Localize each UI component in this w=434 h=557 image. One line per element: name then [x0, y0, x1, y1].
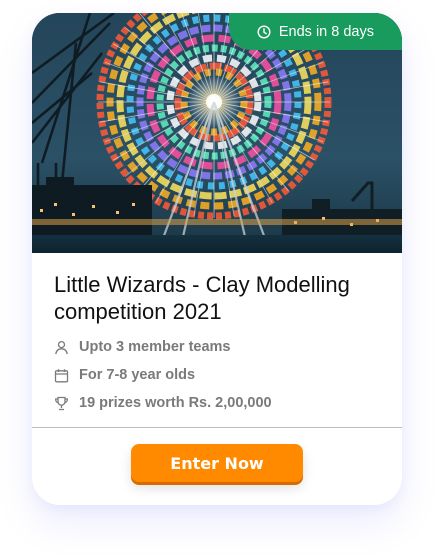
- user-icon: [54, 340, 69, 355]
- clock-icon: [257, 24, 271, 39]
- detail-prizes: 19 prizes worth Rs. 2,00,000: [54, 389, 272, 417]
- page: Ends in 8 days Little Wizards - Clay Mod…: [0, 0, 434, 557]
- detail-text: Upto 3 member teams: [79, 339, 231, 355]
- detail-age-group: For 7-8 year olds: [54, 361, 272, 389]
- competition-title: Little Wizards - Clay Modelling competit…: [54, 272, 350, 324]
- enter-now-button[interactable]: Enter Now: [131, 444, 303, 482]
- competition-details: Upto 3 member teams For 7-8 year olds 19…: [54, 333, 272, 417]
- trophy-icon: [54, 396, 69, 411]
- deadline-text: Ends in 8 days: [278, 23, 374, 40]
- card-divider: [32, 427, 402, 428]
- detail-text: 19 prizes worth Rs. 2,00,000: [79, 395, 272, 411]
- detail-team-size: Upto 3 member teams: [54, 333, 272, 361]
- competition-card[interactable]: Ends in 8 days Little Wizards - Clay Mod…: [32, 13, 402, 505]
- deadline-badge: Ends in 8 days: [228, 13, 402, 50]
- calendar-icon: [54, 368, 69, 383]
- detail-text: For 7-8 year olds: [79, 367, 196, 383]
